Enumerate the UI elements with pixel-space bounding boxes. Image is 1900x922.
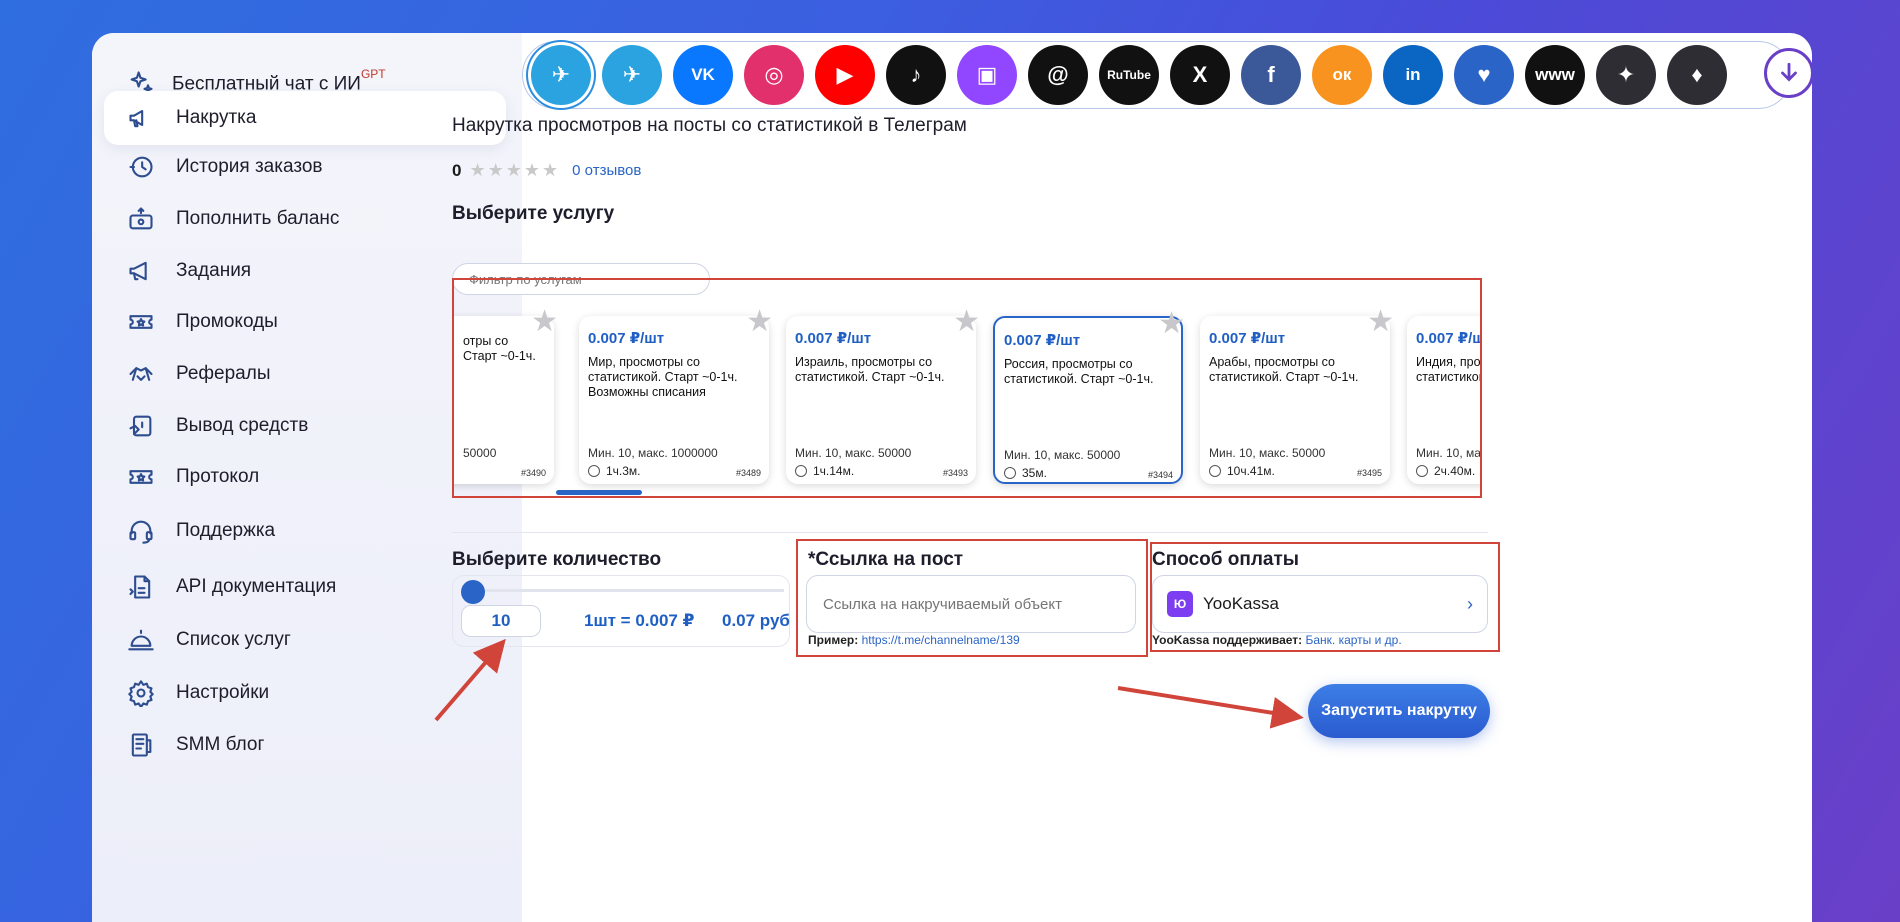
twitch-icon[interactable]: ▣ [957, 45, 1017, 105]
sidebar-item-top-up[interactable]: Пополнить баланс [126, 195, 486, 243]
download-button[interactable] [1764, 48, 1812, 98]
gpt-badge: GPT [360, 66, 386, 81]
sidebar-item-protocol[interactable]: Протокол [126, 453, 486, 501]
telegram-bot-icon[interactable]: ✈ [602, 45, 662, 105]
withdraw-icon [126, 411, 156, 441]
sidebar-item-label: Протокол [176, 466, 260, 487]
ticket-icon [126, 307, 156, 337]
sidebar-item-label: Накрутка [176, 107, 257, 128]
sidebar-item-label: Вывод средств [176, 415, 309, 436]
arrow-down-icon [1781, 62, 1797, 82]
sidebar-item-label: Задания [176, 260, 252, 281]
sidebar-item-label: Промокоды [176, 311, 278, 332]
rating: 0 ★ ★ ★ ★ ★ 0 отзывов [452, 160, 641, 181]
history-icon [126, 152, 156, 182]
sidebar-item-settings[interactable]: Настройки [126, 669, 486, 717]
sidebar-item-label: Рефералы [176, 363, 271, 384]
rating-score: 0 [452, 160, 462, 180]
launch-button[interactable]: Запустить накрутку [1308, 684, 1490, 738]
star-icon: ★ [487, 160, 504, 180]
sidebar-item-services-list[interactable]: Список услуг [126, 616, 486, 664]
megaphone-icon [126, 256, 156, 286]
document-code-icon [126, 572, 156, 602]
rutube-icon[interactable]: RuTube [1099, 45, 1159, 105]
youtube-icon[interactable]: ▶ [815, 45, 875, 105]
likee-icon[interactable]: ♥ [1454, 45, 1514, 105]
linkedin-icon[interactable]: in [1383, 45, 1443, 105]
sidebar-item-label: API документация [176, 576, 337, 597]
total-price: 0.07 руб [722, 611, 790, 630]
service-bell-icon [126, 625, 156, 655]
sidebar-item-tasks[interactable]: Задания [126, 247, 486, 295]
payment-highlight-frame [1150, 542, 1500, 652]
tiktok-icon[interactable]: ♪ [886, 45, 946, 105]
star-icon: ★ [469, 160, 486, 180]
sidebar-item-withdraw[interactable]: Вывод средств [126, 402, 486, 450]
quantity-input[interactable] [461, 605, 541, 637]
quantity-slider-track[interactable] [472, 589, 784, 592]
services-highlight-frame [452, 278, 1482, 498]
headset-icon [126, 516, 156, 546]
quantity-slider-knob[interactable] [461, 580, 485, 604]
instagram-icon[interactable]: ◎ [744, 45, 804, 105]
star-icon: ★ [505, 160, 522, 180]
sidebar-item-label: Настройки [176, 682, 270, 703]
sidebar-item-smm-blog[interactable]: SMM блог [126, 721, 486, 769]
vk-icon[interactable]: VK [673, 45, 733, 105]
sidebar-item-label: Список услуг [176, 629, 291, 650]
sidebar-item-label: Поддержка [176, 520, 276, 541]
sidebar-item-api-docs[interactable]: API документация [126, 563, 486, 611]
blog-icon [126, 730, 156, 760]
star-icon: ★ [523, 160, 541, 180]
sidebar-item-promocodes[interactable]: Промокоды [126, 298, 486, 346]
threads-icon[interactable]: @ [1028, 45, 1088, 105]
sidebar-item-referrals[interactable]: Рефералы [126, 350, 486, 398]
star-icon: ★ [542, 160, 559, 180]
telegram-icon[interactable]: ✈ [531, 45, 591, 105]
handshake-icon [126, 359, 156, 389]
facebook-icon[interactable]: f [1241, 45, 1301, 105]
sidebar-item-label: История заказов [176, 156, 323, 177]
x-icon[interactable]: X [1170, 45, 1230, 105]
gear-icon [126, 678, 156, 708]
ticket-icon [126, 462, 156, 492]
sidebar-item-label: Пополнить баланс [176, 208, 340, 229]
clubhouse-icon[interactable]: ♦ [1667, 45, 1727, 105]
reviews-link[interactable]: 0 отзывов [572, 162, 641, 179]
page-title: Накрутка просмотров на посты со статисти… [452, 115, 967, 136]
social-network-bar: ✈ ✈ VK ◎ ▶ ♪ ▣ @ RuTube Xf ок in ♥ www ✦ ♦ [522, 41, 1792, 109]
wallet-icon [126, 204, 156, 234]
sidebar-item-support[interactable]: Поддержка [126, 507, 486, 555]
choose-service-title: Выберите услугу [452, 203, 615, 224]
sidebar-item-nakrutka[interactable]: Накрутка [104, 91, 506, 145]
spark-icon[interactable]: ✦ [1596, 45, 1656, 105]
link-highlight-frame [796, 539, 1148, 657]
sidebar-item-order-history[interactable]: История заказов [126, 143, 486, 191]
quantity-title: Выберите количество [452, 549, 662, 570]
rating-stars: ★ ★ ★ ★ ★ [469, 160, 558, 181]
sidebar-item-label: SMM блог [176, 734, 265, 755]
divider [452, 532, 1488, 533]
megaphone-icon [126, 103, 156, 133]
odnoklassniki-icon[interactable]: ок [1312, 45, 1372, 105]
web-icon[interactable]: www [1525, 45, 1585, 105]
unit-price: 1шт = 0.007 ₽ [584, 611, 695, 630]
